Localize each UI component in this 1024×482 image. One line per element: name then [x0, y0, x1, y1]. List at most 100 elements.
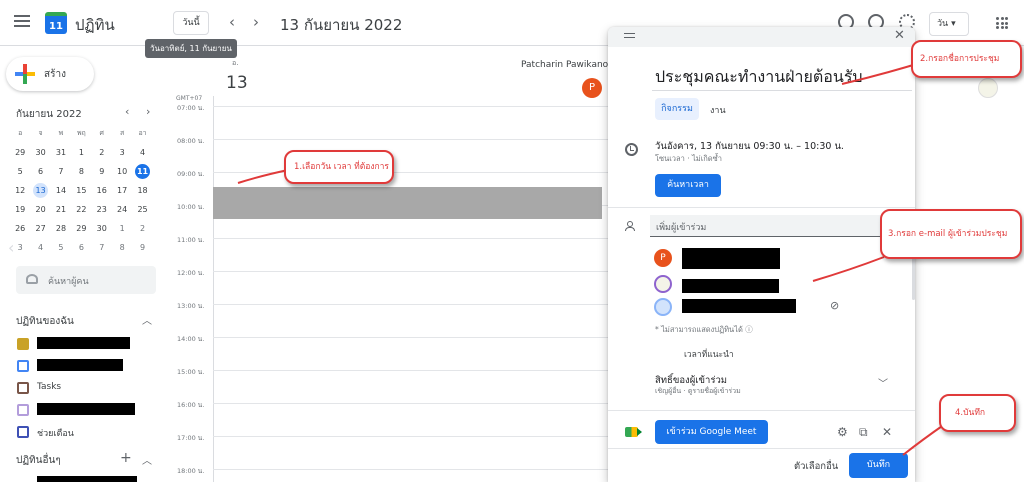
mini-prev-month-icon[interactable]: ‹: [125, 105, 129, 118]
day-number[interactable]: 13: [226, 73, 248, 93]
mini-day[interactable]: 23: [92, 200, 112, 219]
collapse-chevron-icon[interactable]: ︿: [142, 312, 152, 327]
mini-day[interactable]: 9: [132, 238, 152, 257]
today-button[interactable]: วันนี้: [173, 11, 209, 35]
mini-day[interactable]: 19: [10, 200, 30, 219]
copy-icon[interactable]: ⧉: [859, 425, 868, 440]
mini-day[interactable]: 6: [71, 238, 91, 257]
hour-gridline: [213, 238, 613, 239]
mini-day[interactable]: 8: [112, 238, 132, 257]
close-icon[interactable]: ✕: [894, 28, 905, 43]
mini-day[interactable]: 12: [10, 181, 30, 200]
mini-day[interactable]: 9: [92, 162, 112, 181]
apps-grid-icon[interactable]: [996, 17, 1008, 29]
mini-week-row: 29 30 31 1 2 3 4: [10, 143, 158, 162]
mini-day[interactable]: 29: [10, 143, 30, 162]
add-guests-input[interactable]: เพิ่มผู้เข้าร่วม: [650, 215, 910, 237]
save-button[interactable]: บันทึก: [849, 453, 908, 478]
mini-day[interactable]: 4: [132, 143, 152, 162]
my-calendars-title[interactable]: ปฏิทินของฉัน: [16, 314, 74, 329]
tab-event[interactable]: กิจกรรม: [655, 98, 699, 120]
drag-handle-icon[interactable]: [624, 33, 635, 38]
add-calendar-plus-icon[interactable]: +: [120, 450, 132, 466]
mini-day[interactable]: 7: [92, 238, 112, 257]
timezone-recurrence-note[interactable]: โซนเวลา · ไม่เกิดซ้ำ: [655, 153, 722, 165]
mini-day[interactable]: 6: [30, 162, 50, 181]
expand-chevron-icon[interactable]: ﹀: [878, 375, 888, 390]
main-menu-icon[interactable]: [14, 15, 30, 27]
mini-day[interactable]: 15: [71, 181, 91, 200]
mini-day[interactable]: 14: [51, 181, 71, 200]
mini-day-selected[interactable]: 13: [33, 183, 49, 198]
hour-gridline: [213, 403, 613, 404]
mini-day[interactable]: 2: [92, 143, 112, 162]
remove-meet-close-icon[interactable]: ✕: [882, 425, 892, 439]
mini-day[interactable]: 5: [10, 162, 30, 181]
mini-day[interactable]: 1: [112, 219, 132, 238]
selected-time-slot[interactable]: [213, 187, 602, 219]
mini-day[interactable]: 30: [92, 219, 112, 238]
mini-day[interactable]: 1: [71, 143, 91, 162]
event-date-time[interactable]: วันอังคาร, 13 กันยายน 09:30 น. – 10:30 น…: [655, 139, 844, 154]
mini-day[interactable]: 30: [30, 143, 50, 162]
mini-day[interactable]: 22: [71, 200, 91, 219]
mini-day[interactable]: 10: [112, 162, 132, 181]
calendar-item-label: ช่วยเตือน: [37, 429, 74, 439]
today-tooltip: วันอาทิตย์, 11 กันยายน: [145, 39, 237, 58]
mini-day-today[interactable]: 11: [135, 164, 151, 179]
grid-divider: [213, 96, 214, 482]
mini-day[interactable]: 18: [132, 181, 152, 200]
section-divider: [608, 448, 915, 449]
calendar-unavailable-note: * ไม่สามารถแสดงปฏิทินได้ ⓘ: [655, 325, 753, 334]
guest-avatar: [654, 298, 672, 316]
mini-day[interactable]: 16: [92, 181, 112, 200]
search-people-input[interactable]: ค้นหาผู้คน: [16, 266, 156, 294]
collapse-chevron-icon[interactable]: ︿: [142, 452, 152, 467]
dialog-drag-bar[interactable]: ✕: [608, 27, 915, 47]
checkbox-icon[interactable]: [17, 360, 29, 372]
tab-task[interactable]: งาน: [710, 103, 726, 117]
visibility-off-icon[interactable]: ⊘: [830, 299, 839, 312]
suggested-times-link[interactable]: เวลาที่แนะนำ: [684, 347, 734, 361]
plus-icon: [15, 64, 35, 84]
mini-day[interactable]: 28: [51, 219, 71, 238]
mini-day[interactable]: 8: [71, 162, 91, 181]
previous-day-icon[interactable]: ‹: [229, 13, 235, 31]
mini-day[interactable]: 4: [30, 238, 50, 257]
mini-day[interactable]: 7: [51, 162, 71, 181]
hour-label: 07:00 น.: [177, 104, 205, 112]
user-avatar[interactable]: [978, 78, 998, 98]
mini-day[interactable]: 24: [112, 200, 132, 219]
weekday-label: ส: [120, 129, 125, 137]
mini-day[interactable]: 3: [112, 143, 132, 162]
view-switcher-dropdown[interactable]: วัน ▾: [929, 12, 969, 36]
checkbox-icon[interactable]: [17, 426, 29, 438]
meet-settings-gear-icon[interactable]: ⚙: [837, 425, 848, 439]
next-day-icon[interactable]: ›: [253, 13, 259, 31]
create-button[interactable]: สร้าง: [6, 57, 94, 91]
mini-day[interactable]: 21: [51, 200, 71, 219]
mini-day[interactable]: 26: [10, 219, 30, 238]
more-options-button[interactable]: ตัวเลือกอื่น: [794, 459, 838, 474]
hour-label: 15:00 น.: [177, 368, 205, 376]
mini-day[interactable]: 31: [51, 143, 71, 162]
mini-next-month-icon[interactable]: ›: [146, 105, 150, 118]
checkbox-icon[interactable]: [17, 382, 29, 394]
mini-day[interactable]: 25: [132, 200, 152, 219]
mini-day[interactable]: 20: [30, 200, 50, 219]
checkbox-checked-icon[interactable]: [17, 338, 29, 350]
join-google-meet-button[interactable]: เข้าร่วม Google Meet: [655, 420, 768, 444]
checkbox-icon[interactable]: [17, 404, 29, 416]
redacted-calendar-name: [37, 359, 123, 371]
mini-day[interactable]: 2: [132, 219, 152, 238]
mini-day[interactable]: 17: [112, 181, 132, 200]
mini-day[interactable]: 27: [30, 219, 50, 238]
redacted-calendar-name: [37, 337, 130, 349]
find-time-button[interactable]: ค้นหาเวลา: [655, 174, 721, 197]
mini-day[interactable]: 5: [51, 238, 71, 257]
redacted-guest-email: [682, 299, 796, 313]
event-title-input[interactable]: ประชุมคณะทำงานฝ่ายต้อนรับ: [655, 65, 863, 90]
other-calendars-title[interactable]: ปฏิทินอื่นๆ: [16, 453, 61, 468]
hour-gridline: [213, 304, 613, 305]
mini-day[interactable]: 29: [71, 219, 91, 238]
